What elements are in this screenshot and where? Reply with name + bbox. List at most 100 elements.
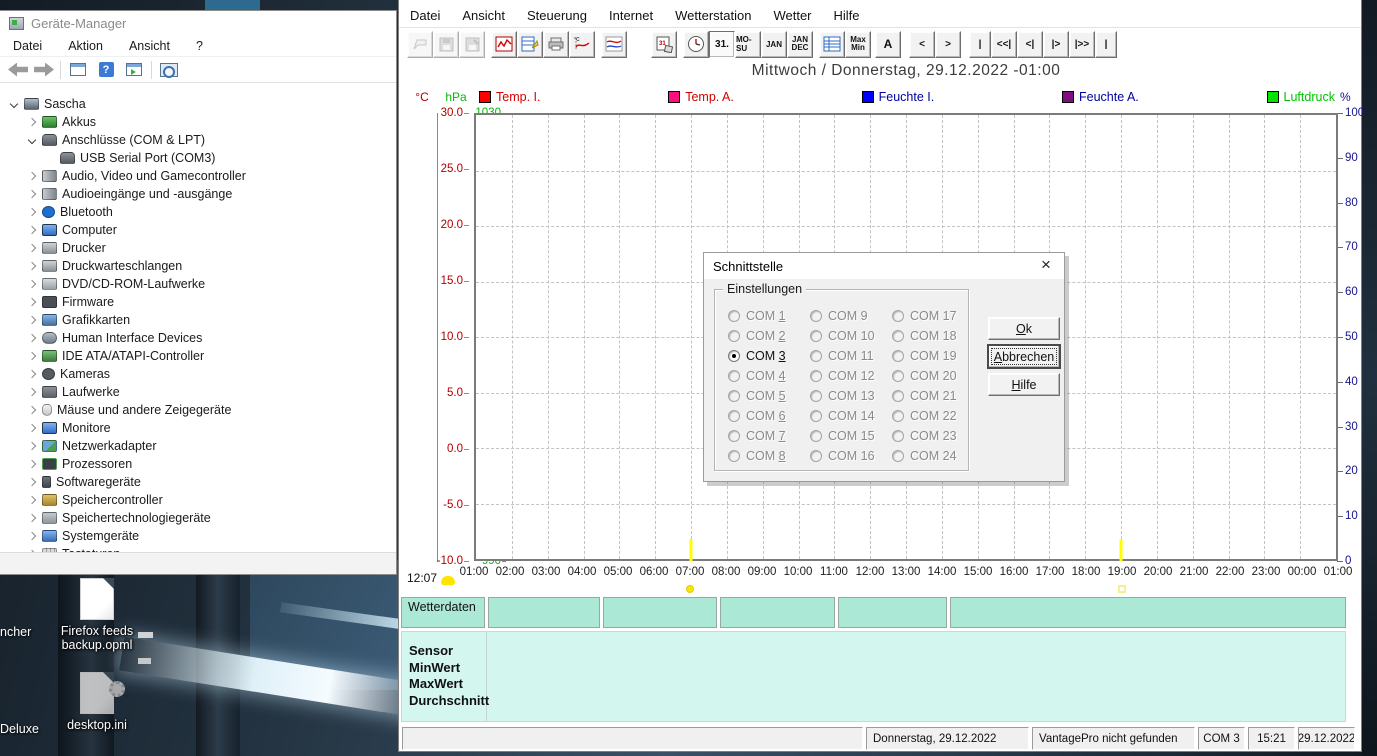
nav-end-button[interactable]: |: [1095, 31, 1117, 58]
tree-row[interactable]: Prozessoren: [0, 455, 396, 473]
chevron-icon[interactable]: [24, 389, 40, 395]
tree-row[interactable]: Firmware: [0, 293, 396, 311]
tree-row[interactable]: Laufwerke: [0, 383, 396, 401]
com-port-option[interactable]: COM 9: [810, 306, 892, 326]
tree-row[interactable]: USB Serial Port (COM3): [0, 149, 396, 167]
menu-item[interactable]: ?: [183, 39, 216, 53]
tree-row[interactable]: Softwaregeräte: [0, 473, 396, 491]
chevron-icon[interactable]: [24, 317, 40, 323]
nav-fast-forward-button[interactable]: |>>: [1069, 31, 1095, 58]
chevron-icon[interactable]: [24, 443, 40, 449]
nav-forward-button[interactable]: |>: [1043, 31, 1069, 58]
chevron-icon[interactable]: [24, 209, 40, 215]
radio-icon[interactable]: [810, 330, 822, 342]
radio-icon[interactable]: [728, 410, 740, 422]
menu-item[interactable]: Steuerung: [516, 8, 598, 23]
clock-icon[interactable]: [683, 31, 709, 58]
dialog-titlebar[interactable]: Schnittstelle ×: [704, 253, 1064, 279]
nav-back-button[interactable]: <|: [1017, 31, 1043, 58]
chevron-icon[interactable]: [24, 191, 40, 197]
menu-item[interactable]: Internet: [598, 8, 664, 23]
radio-icon[interactable]: [728, 310, 740, 322]
chevron-icon[interactable]: [24, 353, 40, 359]
tree-row[interactable]: Grafikkarten: [0, 311, 396, 329]
tree-row[interactable]: Drucker: [0, 239, 396, 257]
tree-row[interactable]: Kameras: [0, 365, 396, 383]
radio-icon[interactable]: [892, 350, 904, 362]
chevron-icon[interactable]: [24, 299, 40, 305]
radio-icon[interactable]: [892, 310, 904, 322]
radio-icon[interactable]: [892, 410, 904, 422]
com-port-option[interactable]: COM 10: [810, 326, 892, 346]
desktop-icon-firefox-feeds[interactable]: Firefox feeds backup.opml: [49, 578, 145, 652]
desktop-icon-label-partial[interactable]: ncher: [0, 625, 31, 639]
chevron-icon[interactable]: [24, 497, 40, 503]
tree-row[interactable]: Systemgeräte: [0, 527, 396, 545]
com-port-option[interactable]: COM 1: [728, 306, 810, 326]
com-port-option[interactable]: COM 12: [810, 366, 892, 386]
radio-icon[interactable]: [810, 350, 822, 362]
menu-item[interactable]: Hilfe: [823, 8, 871, 23]
menu-item[interactable]: Aktion: [55, 39, 116, 53]
chevron-icon[interactable]: [24, 479, 40, 485]
tree-row[interactable]: Human Interface Devices: [0, 329, 396, 347]
com-port-option[interactable]: COM 22: [892, 406, 974, 426]
radio-icon[interactable]: [810, 310, 822, 322]
com-port-option[interactable]: COM 24: [892, 446, 974, 466]
chevron-icon[interactable]: [6, 101, 22, 107]
com-port-option[interactable]: COM 14: [810, 406, 892, 426]
radio-icon[interactable]: [810, 450, 822, 462]
menu-item[interactable]: Ansicht: [116, 39, 183, 53]
tree-row[interactable]: Speichercontroller: [0, 491, 396, 509]
com-port-option[interactable]: COM 15: [810, 426, 892, 446]
chevron-icon[interactable]: [24, 119, 40, 125]
tree-row[interactable]: Tastaturen: [0, 545, 396, 552]
radio-icon[interactable]: [728, 330, 740, 342]
chevron-icon[interactable]: [24, 245, 40, 251]
com-port-option[interactable]: COM 3: [728, 346, 810, 366]
chevron-icon[interactable]: [24, 227, 40, 233]
radio-icon[interactable]: [810, 410, 822, 422]
view-day-button[interactable]: 31.: [709, 31, 735, 58]
view-week-button[interactable]: MO-SU: [735, 31, 761, 58]
tree-row[interactable]: Computer: [0, 221, 396, 239]
tree-row[interactable]: Audioeingänge und -ausgänge: [0, 185, 396, 203]
abbrechen-button[interactable]: Abbrechen: [988, 345, 1060, 368]
help-icon[interactable]: ?: [95, 61, 117, 79]
com-port-option[interactable]: COM 17: [892, 306, 974, 326]
radio-icon[interactable]: [810, 430, 822, 442]
font-button[interactable]: A: [875, 31, 901, 58]
radio-icon[interactable]: [728, 370, 740, 382]
hilfe-button[interactable]: Hilfe: [988, 373, 1060, 396]
radio-icon[interactable]: [728, 430, 740, 442]
tree-row[interactable]: Druckwarteschlangen: [0, 257, 396, 275]
com-port-option[interactable]: COM 18: [892, 326, 974, 346]
tree-row[interactable]: Mäuse und andere Zeigegeräte: [0, 401, 396, 419]
com-port-option[interactable]: COM 6: [728, 406, 810, 426]
com-port-option[interactable]: COM 23: [892, 426, 974, 446]
com-port-option[interactable]: COM 4: [728, 366, 810, 386]
com-port-option[interactable]: COM 5: [728, 386, 810, 406]
com-port-option[interactable]: COM 7: [728, 426, 810, 446]
chevron-icon[interactable]: [24, 533, 40, 539]
tree-row[interactable]: IDE ATA/ATAPI-Controller: [0, 347, 396, 365]
forward-arrow-icon[interactable]: [34, 63, 54, 77]
com-port-option[interactable]: COM 20: [892, 366, 974, 386]
tree-row[interactable]: Audio, Video und Gamecontroller: [0, 167, 396, 185]
chevron-icon[interactable]: [24, 425, 40, 431]
chevron-icon[interactable]: [24, 515, 40, 521]
print-icon[interactable]: [543, 31, 569, 58]
nav-rewind-button[interactable]: <<|: [991, 31, 1017, 58]
com-port-option[interactable]: COM 19: [892, 346, 974, 366]
radio-icon[interactable]: [892, 330, 904, 342]
com-port-option[interactable]: COM 2: [728, 326, 810, 346]
chevron-icon[interactable]: [24, 173, 40, 179]
tree-row[interactable]: Netzwerkadapter: [0, 437, 396, 455]
menu-item[interactable]: Datei: [399, 8, 451, 23]
tree-row[interactable]: Akkus: [0, 113, 396, 131]
desktop-icon-label-partial[interactable]: Deluxe: [0, 722, 39, 736]
radio-icon[interactable]: [810, 390, 822, 402]
temp-chart-icon[interactable]: °C: [569, 31, 595, 58]
scan-hardware-icon[interactable]: [158, 61, 180, 79]
action-window-icon[interactable]: [123, 61, 145, 79]
